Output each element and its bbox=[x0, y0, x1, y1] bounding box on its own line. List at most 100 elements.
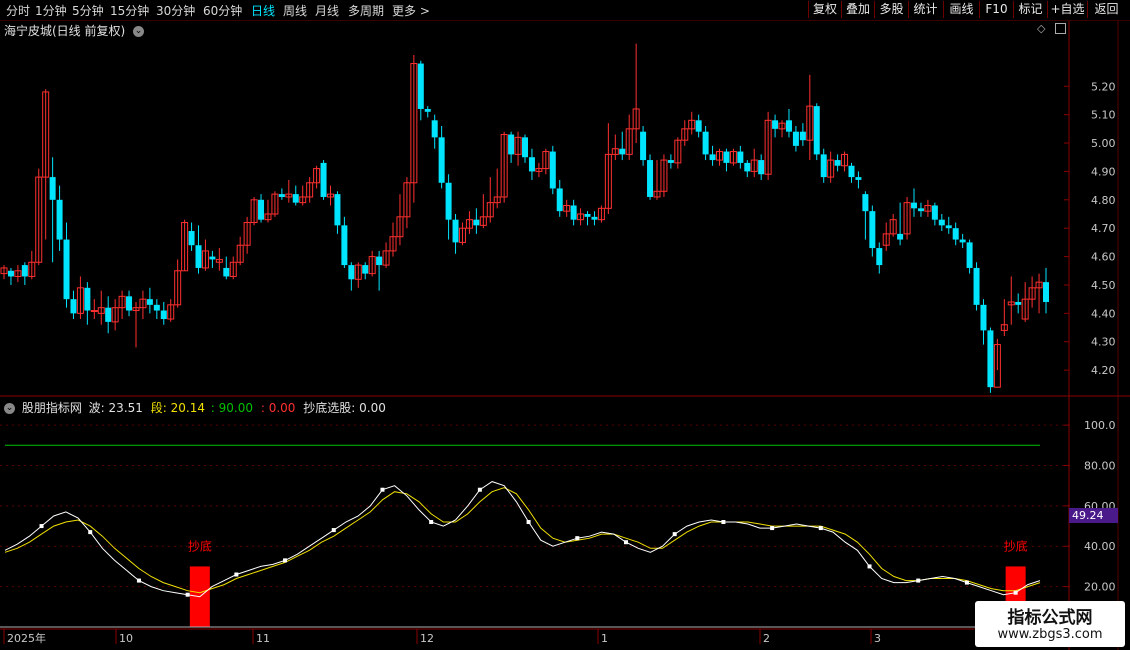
candle bbox=[313, 165, 321, 189]
candle-body bbox=[431, 120, 438, 138]
candle bbox=[479, 194, 487, 229]
candle-body bbox=[869, 211, 876, 249]
candle bbox=[549, 145, 556, 195]
current-value-label: 49.24 bbox=[1072, 509, 1104, 522]
candle bbox=[181, 219, 189, 272]
candle bbox=[604, 123, 612, 214]
price-tick-label: 5.10 bbox=[1091, 109, 1116, 122]
candle-body bbox=[820, 154, 827, 178]
candle-body bbox=[105, 307, 112, 322]
candle bbox=[750, 148, 758, 178]
price-tick-label: 4.80 bbox=[1091, 194, 1116, 207]
candle-body bbox=[21, 265, 28, 277]
candle bbox=[660, 154, 668, 197]
candle bbox=[167, 299, 175, 322]
wave-marker bbox=[88, 530, 93, 535]
candle bbox=[132, 302, 140, 348]
wave-marker bbox=[429, 520, 434, 525]
candle bbox=[688, 111, 696, 135]
candle bbox=[653, 160, 661, 200]
candle bbox=[945, 216, 952, 234]
candle bbox=[320, 160, 327, 200]
candle bbox=[271, 191, 279, 217]
wave-marker bbox=[575, 536, 580, 541]
candle-body bbox=[584, 214, 591, 217]
candle bbox=[84, 282, 91, 325]
candle-body bbox=[452, 219, 459, 243]
candle bbox=[35, 168, 43, 266]
candle bbox=[243, 216, 251, 254]
candle bbox=[619, 131, 626, 161]
candle bbox=[417, 60, 424, 121]
candle-body bbox=[570, 205, 577, 220]
candle bbox=[42, 89, 50, 240]
candle bbox=[882, 222, 890, 251]
candle bbox=[514, 131, 522, 166]
date-tick-label: 12 bbox=[420, 632, 434, 645]
date-tick-label: 11 bbox=[256, 632, 270, 645]
candle-body bbox=[640, 131, 647, 161]
candle bbox=[702, 126, 709, 161]
candle bbox=[903, 196, 911, 240]
candle-body bbox=[146, 299, 153, 305]
candle bbox=[195, 225, 202, 274]
candle bbox=[973, 262, 980, 311]
candle bbox=[188, 222, 195, 251]
candle bbox=[285, 179, 293, 203]
candle bbox=[827, 151, 835, 183]
candle bbox=[139, 290, 147, 320]
candle bbox=[987, 327, 994, 393]
candle bbox=[1007, 276, 1015, 325]
wave-marker bbox=[39, 524, 44, 529]
price-tick-label: 5.20 bbox=[1091, 80, 1116, 93]
price-tick-label: 4.40 bbox=[1091, 307, 1116, 320]
candle bbox=[76, 276, 84, 320]
candle bbox=[577, 208, 585, 226]
candle bbox=[1000, 299, 1008, 337]
date-tick-label: 1 bbox=[601, 632, 608, 645]
wave-marker bbox=[477, 487, 482, 492]
candle-body bbox=[522, 137, 528, 158]
candle bbox=[111, 299, 119, 331]
wave-marker bbox=[867, 564, 872, 569]
wave-marker bbox=[770, 526, 775, 531]
candle bbox=[855, 171, 862, 189]
candle-body bbox=[591, 216, 598, 220]
candle bbox=[772, 114, 779, 138]
candle-body bbox=[209, 256, 216, 260]
candle bbox=[716, 148, 724, 166]
price-tick-label: 4.70 bbox=[1091, 222, 1116, 235]
candle bbox=[709, 145, 716, 166]
candle bbox=[570, 199, 577, 226]
candle bbox=[396, 194, 404, 246]
candle-body bbox=[619, 148, 626, 155]
wave-marker bbox=[185, 592, 190, 597]
candle-body bbox=[63, 239, 70, 300]
candle-body bbox=[292, 194, 299, 203]
candle bbox=[508, 131, 515, 163]
candle bbox=[625, 114, 633, 161]
candle bbox=[278, 188, 285, 200]
candle bbox=[63, 222, 70, 308]
candle bbox=[563, 199, 571, 217]
wave-marker bbox=[380, 487, 385, 492]
candle-body bbox=[723, 151, 730, 163]
candle-body bbox=[362, 265, 369, 274]
watermark-url: www.zbgs3.com bbox=[997, 627, 1103, 642]
candle bbox=[410, 55, 418, 203]
candle bbox=[764, 111, 772, 180]
wave-marker bbox=[721, 520, 726, 525]
date-tick-label: 3 bbox=[874, 632, 881, 645]
candle bbox=[465, 211, 473, 234]
seg-line bbox=[4, 487, 1041, 594]
candle-body bbox=[647, 160, 654, 197]
candle bbox=[897, 202, 904, 246]
candle bbox=[354, 262, 362, 288]
candle-body bbox=[799, 131, 806, 141]
candle bbox=[473, 208, 480, 234]
candle bbox=[348, 262, 355, 291]
candle-body bbox=[667, 160, 674, 163]
candle bbox=[14, 265, 22, 283]
candle bbox=[723, 148, 730, 172]
candle bbox=[389, 222, 397, 257]
